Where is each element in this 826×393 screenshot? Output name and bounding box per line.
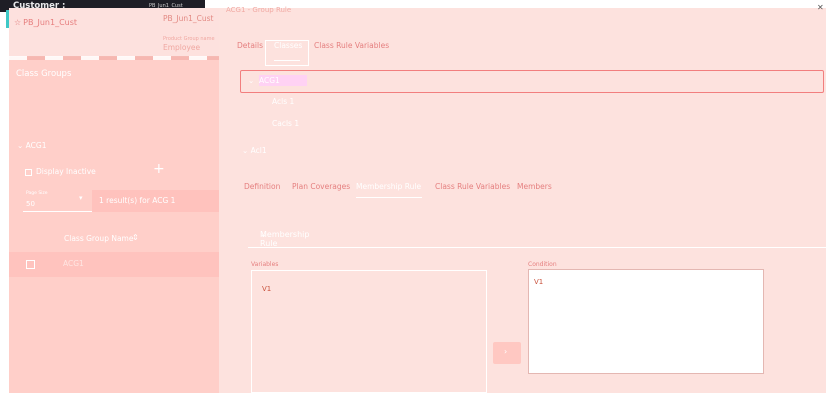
tab-membership-rule[interactable]: Membership Rule: [356, 182, 421, 191]
condition-textarea[interactable]: V1: [528, 269, 764, 374]
results-bar: 1 result(s) for ACG 1: [92, 190, 219, 212]
star-icon[interactable]: ☆: [14, 18, 21, 27]
condition-label: Condition: [528, 261, 557, 268]
tree-item[interactable]: Cacls 1: [272, 119, 299, 128]
selected-group-toggle[interactable]: ⌄ ACG1: [17, 141, 47, 150]
display-inactive-label: Display Inactive: [36, 167, 96, 176]
row-checkbox[interactable]: [26, 260, 35, 269]
dialog-title: ACG1 - Group Rule: [226, 6, 292, 14]
tab-definition[interactable]: Definition: [244, 182, 280, 191]
group-name: ACG1: [259, 76, 280, 85]
column-header-label: Class Group Name: [64, 234, 134, 243]
group-name-highlight: ACG1: [259, 75, 307, 86]
results-text: 1 result(s) for ACG 1: [99, 196, 176, 205]
tab-members[interactable]: Members: [517, 182, 552, 191]
variables-list[interactable]: V1: [251, 270, 487, 393]
leaf-toggle[interactable]: ⌄ Acl1: [242, 146, 267, 155]
table-row[interactable]: ACG1: [9, 252, 219, 277]
sort-icon[interactable]: ⇕: [132, 233, 139, 242]
tab-class-rule-variables[interactable]: Class Rule Variables: [435, 182, 510, 191]
entity-type: Employee: [163, 43, 201, 52]
tab-class-rule-variables[interactable]: Class Rule Variables: [314, 41, 389, 50]
tree-item[interactable]: Acls 1: [272, 97, 294, 106]
tab-details[interactable]: Details: [237, 41, 263, 50]
customer-name[interactable]: ☆ PB_Jun1_Cust: [14, 18, 77, 27]
arrow-right-icon: ›: [504, 347, 508, 356]
tab-plan-coverages[interactable]: Plan Coverages: [292, 182, 350, 191]
add-icon[interactable]: +: [153, 161, 165, 177]
insert-variable-button[interactable]: ›: [493, 342, 521, 364]
class-groups-title: Class Groups: [16, 69, 72, 79]
chevron-down-icon: ⌄: [17, 141, 26, 150]
condition-text: V1: [534, 278, 544, 286]
tab-underline: [356, 197, 422, 198]
column-header[interactable]: Class Group Name ⇕: [9, 226, 219, 252]
header-small-text: Product Group name: [163, 36, 215, 42]
membership-rule-section[interactable]: ⌄ Membership Rule: [248, 220, 826, 248]
variable-item[interactable]: V1: [262, 285, 271, 293]
customer-short-name: PB_Jun1_Cust: [163, 14, 214, 23]
page-size-value: 50: [26, 200, 35, 208]
close-icon[interactable]: ✕: [817, 3, 824, 12]
row-name: ACG1: [63, 259, 84, 268]
group-tree-root[interactable]: ⌄ ACG1: [240, 70, 824, 93]
page-size-select[interactable]: Page Size 50 ▾: [23, 190, 92, 212]
classes-tab-focus: [265, 40, 309, 66]
chevron-down-icon: ⌄: [242, 146, 251, 155]
chevron-down-icon: ⌄: [248, 76, 255, 85]
class-groups-panel: [9, 57, 219, 393]
display-inactive-checkbox[interactable]: [25, 169, 32, 176]
tab-underline: [274, 60, 300, 61]
page-size-label: Page Size: [26, 191, 48, 196]
dropdown-icon: ▾: [79, 194, 83, 202]
variables-label: Variables: [251, 261, 279, 268]
brand-strip: [9, 56, 219, 60]
